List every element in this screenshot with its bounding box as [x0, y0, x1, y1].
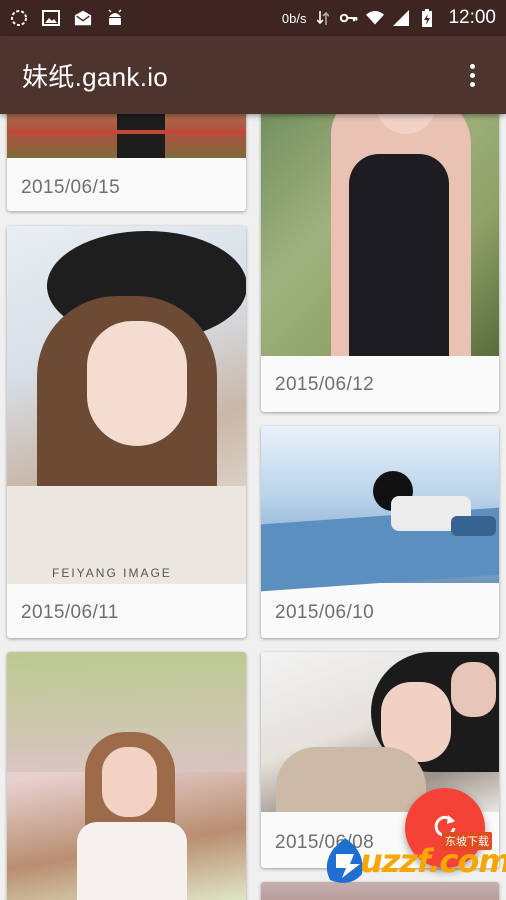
net-speed-text: 0b/s [281, 10, 307, 26]
watermark-subtitle: 东坡下载 [442, 832, 492, 850]
overflow-menu-button[interactable] [460, 55, 484, 95]
status-bar: 0b/s 12:00 [0, 0, 506, 36]
photo-woman-in-garden[interactable] [7, 652, 246, 900]
vpn-key-icon [340, 9, 358, 27]
wifi-icon [366, 9, 385, 27]
card-date: 2015/06/11 [21, 602, 119, 623]
overflow-dot [469, 81, 475, 87]
photo-woman-hand-on-head[interactable] [261, 652, 499, 812]
photo-card[interactable]: FEIYANG IMAGE 2015/06/11 [7, 226, 246, 638]
site-watermark: uzzf.com 东坡下载 [320, 832, 506, 892]
card-date: 2015/06/12 [275, 374, 375, 395]
photo-woman-black-hat[interactable]: FEIYANG IMAGE [7, 226, 246, 584]
clock-text: 12:00 [448, 7, 496, 28]
battery-charging-icon [418, 9, 436, 27]
data-transfer-icon [314, 9, 332, 27]
mail-notification-icon [74, 9, 92, 27]
android-debug-icon [106, 9, 124, 27]
photo-woman-on-rooftop[interactable] [261, 426, 499, 592]
card-date: 2015/06/15 [21, 177, 121, 198]
image-notification-icon [42, 9, 60, 27]
photo-woman-black-swimsuit[interactable] [261, 114, 499, 356]
cell-signal-icon [392, 9, 410, 27]
photo-grid[interactable]: 2015/06/15 2015/06/12 FEIYANG IMAGE 2015… [0, 114, 506, 900]
app-bar: 妹纸.gank.io [0, 36, 506, 114]
app-title: 妹纸.gank.io [22, 61, 169, 92]
photo-card[interactable]: 2015/06/12 [261, 114, 499, 412]
overflow-dot [469, 63, 475, 69]
sync-notification-icon [10, 9, 28, 27]
card-date: 2015/06/10 [275, 602, 375, 623]
overflow-dot [469, 72, 475, 78]
photo-card[interactable]: 2015/06/15 [7, 114, 246, 211]
photo-card[interactable] [7, 652, 246, 900]
photo-legs-on-track[interactable] [7, 114, 246, 158]
photo-card[interactable]: 2015/06/10 [261, 426, 499, 638]
